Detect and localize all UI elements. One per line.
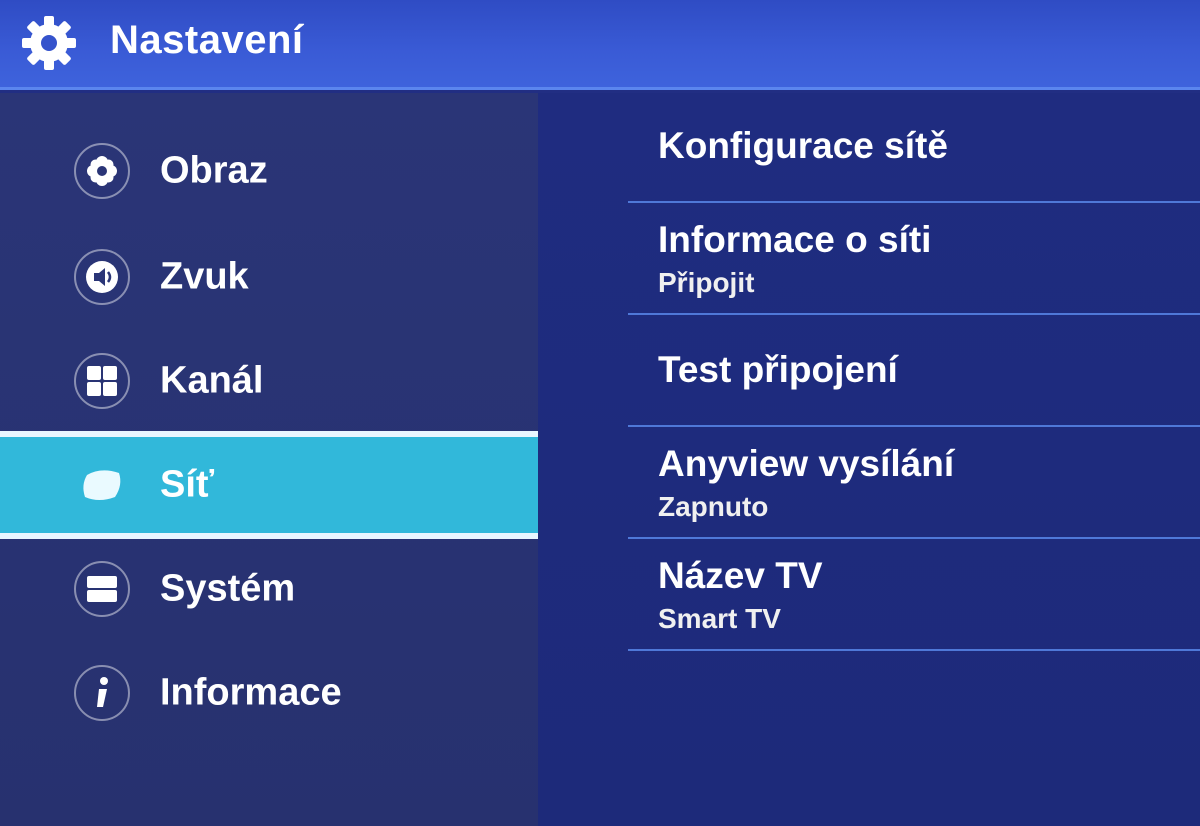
option-title: Název TV xyxy=(658,555,823,596)
info-icon xyxy=(74,665,130,721)
speaker-icon xyxy=(74,249,130,305)
sidebar-item-label: Kanál xyxy=(160,359,264,402)
grid-icon xyxy=(74,353,130,409)
sidebar-item-label: Systém xyxy=(160,567,296,610)
sidebar-item-label: Informace xyxy=(160,671,342,714)
flower-icon xyxy=(74,143,130,199)
sidebar-item-zvuk[interactable]: Zvuk xyxy=(0,225,540,329)
option-value: Zapnuto xyxy=(658,491,769,522)
option-connection-test[interactable]: Test připojení xyxy=(628,315,1200,427)
gear-icon xyxy=(22,16,76,70)
network-icon xyxy=(74,457,130,513)
sidebar-item-sit[interactable]: Síť xyxy=(0,431,544,539)
sidebar-item-label: Zvuk xyxy=(160,255,249,298)
option-title: Test připojení xyxy=(658,349,898,390)
sidebar-item-system[interactable]: Systém xyxy=(0,537,540,641)
option-title: Anyview vysílání xyxy=(658,443,955,484)
sidebar-item-informace[interactable]: Informace xyxy=(0,641,540,745)
option-tv-name[interactable]: Název TV Smart TV xyxy=(628,539,1200,651)
option-value: Připojit xyxy=(658,267,755,298)
option-title: Informace o síti xyxy=(658,219,932,260)
option-value: Smart TV xyxy=(658,603,781,634)
page-title: Nastavení xyxy=(110,18,304,62)
sidebar-item-label: Obraz xyxy=(160,149,268,192)
option-title: Konfigurace sítě xyxy=(658,125,948,166)
sidebar: Obraz Zvuk Kanál Síť Systém Informace xyxy=(0,93,544,826)
option-anyview-cast[interactable]: Anyview vysílání Zapnuto xyxy=(628,427,1200,539)
option-network-info[interactable]: Informace o síti Připojit xyxy=(628,203,1200,315)
header-bar: Nastavení xyxy=(0,0,1200,90)
settings-screen: Nastavení Obraz Zvuk Kanál Síť Systém In… xyxy=(0,0,1200,826)
sidebar-item-label: Síť xyxy=(160,463,215,506)
sidebar-item-kanal[interactable]: Kanál xyxy=(0,329,540,433)
network-options-panel: Konfigurace sítě Informace o síti Připoj… xyxy=(538,93,1200,826)
system-icon xyxy=(74,561,130,617)
sidebar-item-obraz[interactable]: Obraz xyxy=(0,119,540,223)
option-network-config[interactable]: Konfigurace sítě xyxy=(628,93,1200,203)
